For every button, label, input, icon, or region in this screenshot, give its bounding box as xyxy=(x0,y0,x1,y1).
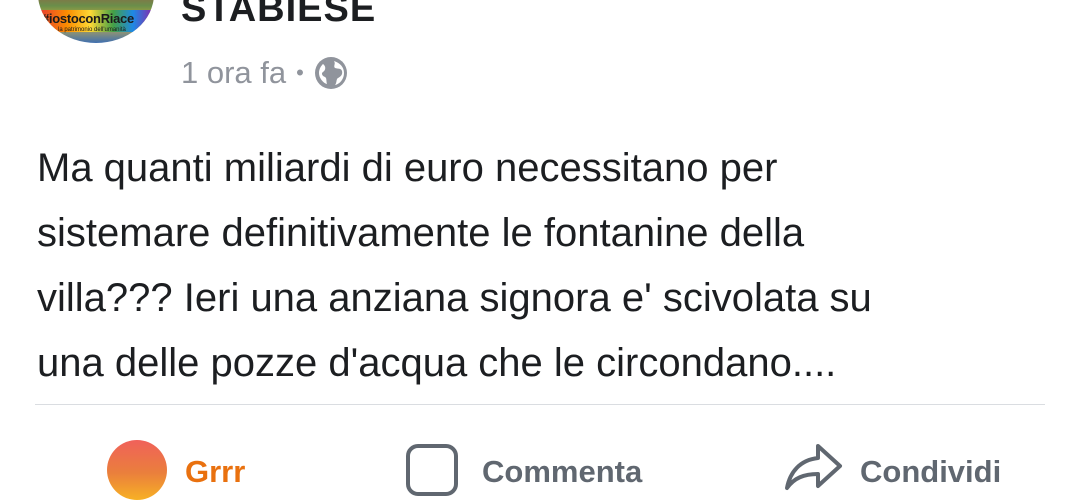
post-meta: 1 ora fa • xyxy=(181,53,348,93)
post-body: Ma quanti miliardi di euro necessitano p… xyxy=(37,136,1047,396)
post-body-line: sistemare definitivamente le fontanine d… xyxy=(37,211,805,255)
actions-divider xyxy=(35,404,1045,405)
page-name[interactable]: STABIESE xyxy=(181,0,376,31)
avatar-hashtag-text: #iostoconRiace xyxy=(42,11,134,26)
comment-label: Commenta xyxy=(482,454,643,489)
avatar-subtext: la patrimonio dell'umanità xyxy=(58,27,126,33)
post-body-line: Ma quanti miliardi di euro necessitano p… xyxy=(37,146,778,190)
angry-reaction-icon xyxy=(107,440,167,500)
share-icon xyxy=(785,444,842,490)
page-avatar[interactable]: #iostoconRiace la patrimonio dell'umanit… xyxy=(38,0,154,43)
post-body-line: una delle pozze d'acqua che le circondan… xyxy=(37,341,837,385)
share-label: Condividi xyxy=(860,454,1002,489)
meta-separator: • xyxy=(296,60,304,85)
comment-button[interactable]: Commenta xyxy=(406,438,642,496)
globe-icon[interactable] xyxy=(314,56,348,90)
post-actions-bar: Grrr Commenta Condividi xyxy=(0,438,1080,500)
share-button[interactable]: Condividi xyxy=(784,438,1001,492)
reaction-button[interactable]: Grrr xyxy=(107,438,245,500)
post-body-line: villa??? Ieri una anziana signora e' sci… xyxy=(37,276,872,320)
reaction-label: Grrr xyxy=(185,454,246,489)
post-timestamp[interactable]: 1 ora fa xyxy=(181,55,286,91)
comment-icon xyxy=(406,444,458,496)
